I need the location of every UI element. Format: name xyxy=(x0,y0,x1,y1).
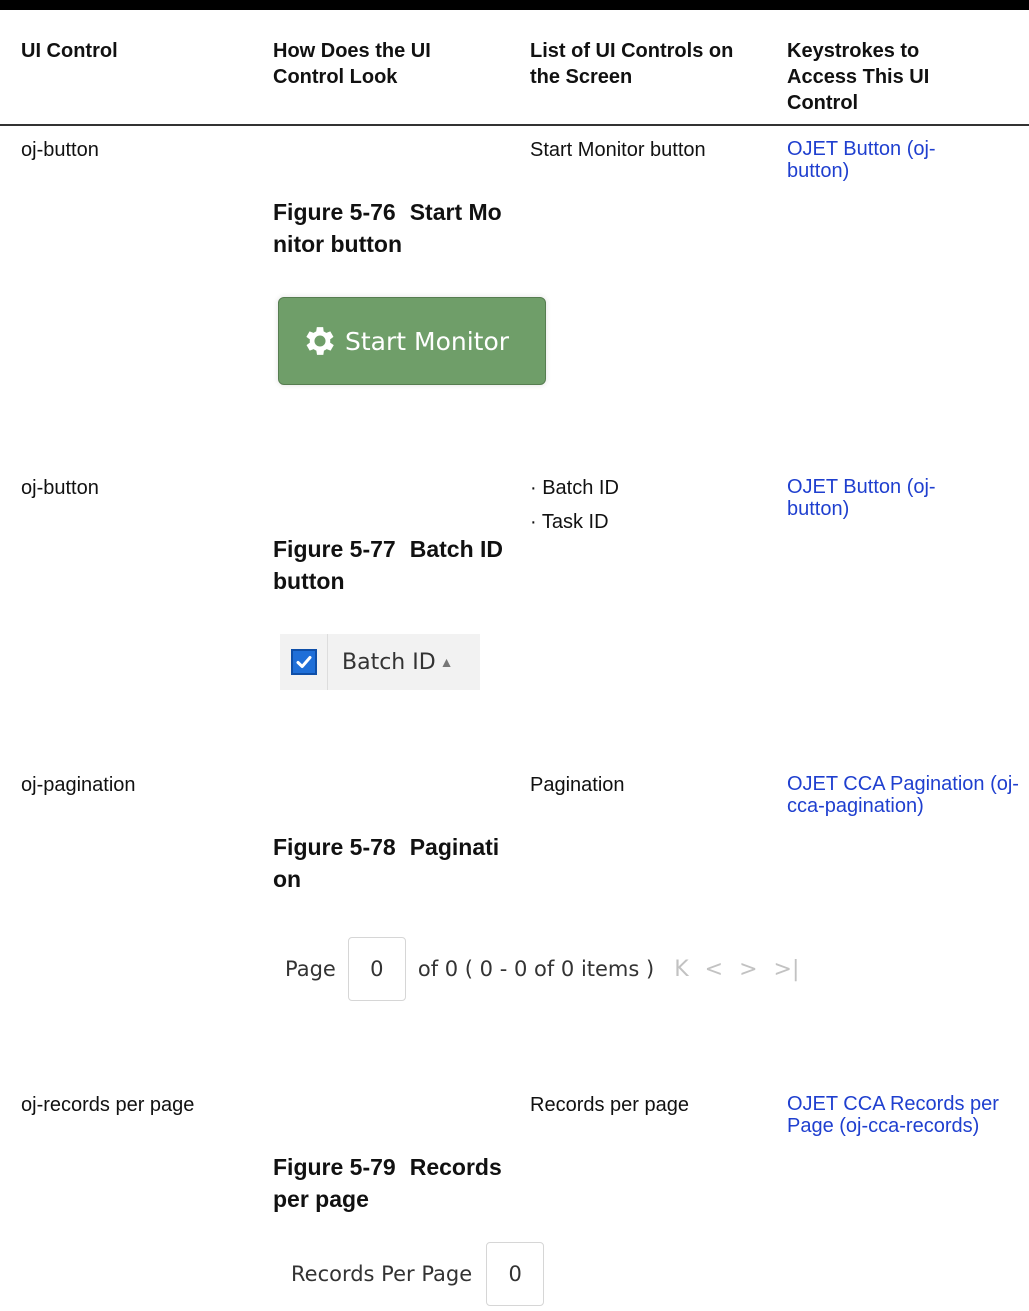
header-controls-list: List of UI Controls on the Screen xyxy=(530,40,734,88)
header-ui-control: UI Control xyxy=(21,40,118,62)
figure-caption: Figure 5-76 Start Monitor button xyxy=(273,196,513,260)
records-per-page-control: Records Per Page 0 xyxy=(291,1241,545,1307)
keystroke-link[interactable]: OJET CCA Records per Page (oj-cca-record… xyxy=(787,1093,1012,1137)
checkbox-checked-icon[interactable] xyxy=(291,649,317,675)
last-page-icon[interactable]: >| xyxy=(774,957,800,982)
start-monitor-label: Start Monitor xyxy=(345,326,510,356)
row-ui-control: oj-button xyxy=(21,477,99,499)
figure-number: Figure 5-76 xyxy=(273,199,396,225)
controls-list-item: Records per page xyxy=(530,1094,689,1116)
start-monitor-button[interactable]: Start Monitor xyxy=(278,297,546,385)
document-page: UI Control How Does the UI Control Look … xyxy=(0,0,1029,1311)
header-how-look: How Does the UI Control Look xyxy=(273,40,431,88)
divider xyxy=(327,634,328,690)
figure-caption: Figure 5-77 Batch ID button xyxy=(273,533,513,597)
checkmark-icon xyxy=(296,656,312,668)
controls-list-item: Task ID xyxy=(530,510,609,534)
page-label: Page xyxy=(285,957,336,981)
page-summary: of 0 ( 0 - 0 of 0 items ) xyxy=(417,957,655,981)
row-ui-control: oj-button xyxy=(21,139,99,161)
keystroke-link[interactable]: OJET Button (oj-button) xyxy=(787,138,987,182)
records-per-page-label: Records Per Page xyxy=(291,1262,473,1286)
row-ui-control: oj-pagination xyxy=(21,774,136,796)
header-keystrokes: Keystrokes to Access This UI Control xyxy=(787,40,930,114)
first-page-icon[interactable]: K xyxy=(674,957,688,982)
gear-icon xyxy=(306,327,334,355)
figure-number: Figure 5-77 xyxy=(273,536,396,562)
row-ui-control: oj-records per page xyxy=(21,1094,195,1116)
previous-page-icon[interactable]: < xyxy=(705,957,723,982)
figure-number: Figure 5-78 xyxy=(273,834,396,860)
pagination-control: Page 0 of 0 ( 0 - 0 of 0 items ) K < > >… xyxy=(285,936,799,1002)
batch-id-label: Batch ID xyxy=(342,649,436,675)
records-per-page-input[interactable]: 0 xyxy=(486,1242,545,1306)
batch-id-column-header[interactable]: Batch ID ▲ xyxy=(280,634,480,690)
controls-list-item: Pagination xyxy=(530,774,625,796)
sort-ascending-icon[interactable]: ▲ xyxy=(440,654,454,670)
page-number-input[interactable]: 0 xyxy=(347,937,406,1001)
figure-caption: Figure 5-78 Pagination xyxy=(273,831,513,895)
figure-number: Figure 5-79 xyxy=(273,1154,396,1180)
keystroke-link[interactable]: OJET Button (oj-button) xyxy=(787,476,987,520)
header-rule xyxy=(0,124,1029,126)
controls-list-item: Start Monitor button xyxy=(530,139,706,161)
next-page-icon[interactable]: > xyxy=(739,957,757,982)
figure-caption: Figure 5-79 Records per page xyxy=(273,1151,513,1215)
controls-list-item: Batch ID xyxy=(530,476,619,500)
keystroke-link[interactable]: OJET CCA Pagination (oj-cca-pagination) xyxy=(787,773,1027,817)
table-top-rule xyxy=(0,0,1029,10)
